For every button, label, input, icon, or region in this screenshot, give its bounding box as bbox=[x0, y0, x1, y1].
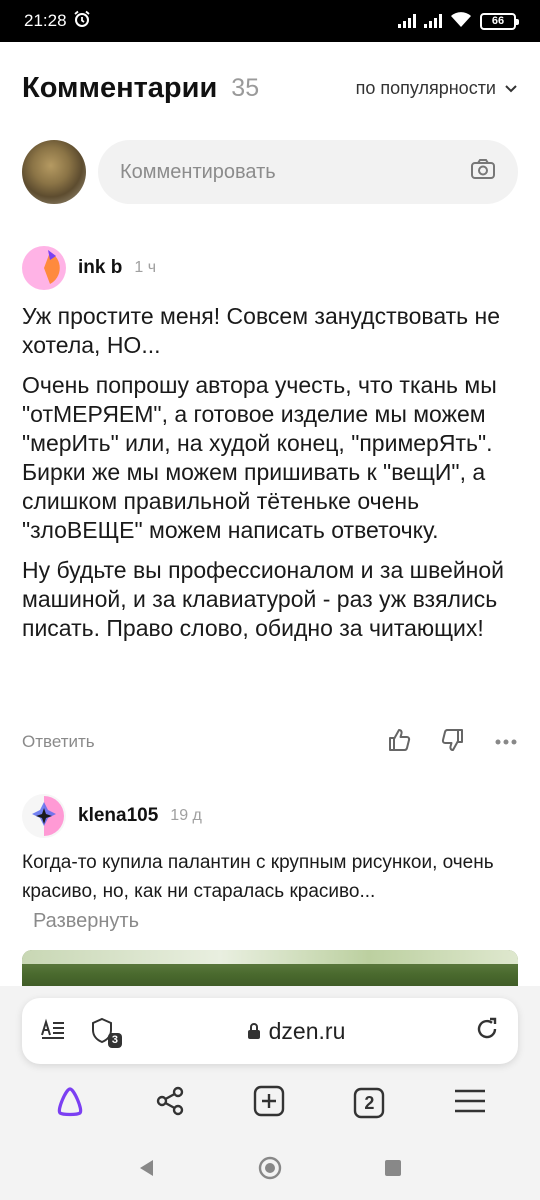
menu-icon[interactable] bbox=[453, 1088, 487, 1119]
reader-mode-icon[interactable] bbox=[40, 1018, 66, 1045]
comment-input[interactable]: Комментировать bbox=[98, 140, 518, 204]
signal-icon bbox=[398, 14, 416, 28]
more-icon[interactable] bbox=[494, 733, 518, 751]
url-text: dzen.ru bbox=[268, 1017, 346, 1044]
sort-dropdown[interactable]: по популярности bbox=[356, 78, 518, 99]
browser-toolbar: 2 bbox=[0, 1078, 540, 1128]
alice-assistant-icon[interactable] bbox=[53, 1084, 87, 1123]
thumbs-down-icon[interactable] bbox=[440, 727, 466, 758]
status-bar: 21:28 66 bbox=[0, 0, 540, 42]
new-tab-icon[interactable] bbox=[252, 1084, 286, 1123]
comment-paragraph: Ну будьте вы профессионалом и за швейной… bbox=[22, 557, 505, 641]
url-display[interactable]: dzen.ru bbox=[118, 1018, 474, 1045]
status-time: 21:28 bbox=[24, 11, 67, 30]
thumbs-up-icon[interactable] bbox=[386, 727, 412, 758]
recents-icon[interactable] bbox=[383, 1158, 403, 1183]
comment-paragraph: Очень попрошу автора учесть, что ткань м… bbox=[22, 372, 497, 543]
reply-button[interactable]: Ответить bbox=[22, 732, 95, 752]
comment-body: Уж простите меня! Совсем занудствовать н… bbox=[22, 302, 522, 654]
comment-author-row: ink b 1 ч bbox=[22, 246, 156, 290]
sort-label: по популярности bbox=[355, 78, 496, 98]
comment-paragraph: Уж простите меня! Совсем занудствовать н… bbox=[22, 303, 501, 358]
system-nav-bar bbox=[0, 1140, 540, 1200]
alarm-icon bbox=[73, 10, 91, 33]
expand-button[interactable]: Развернуть bbox=[33, 910, 139, 933]
shield-icon[interactable]: 3 bbox=[88, 1016, 122, 1048]
avatar[interactable] bbox=[22, 794, 66, 838]
address-bar[interactable]: 3 dzen.ru bbox=[22, 998, 518, 1064]
tabs-count: 2 bbox=[364, 1093, 375, 1113]
tabs-button[interactable]: 2 bbox=[352, 1086, 386, 1120]
comment-body: Когда-то купила палантин с крупным рисун… bbox=[22, 852, 494, 902]
share-icon[interactable] bbox=[154, 1085, 186, 1122]
comments-header: Комментарии 35 по популярности bbox=[22, 72, 518, 105]
battery-level: 66 bbox=[491, 15, 505, 27]
battery-icon: 66 bbox=[480, 12, 519, 30]
camera-icon[interactable] bbox=[470, 158, 496, 186]
home-icon[interactable] bbox=[257, 1155, 283, 1186]
page-title: Комментарии bbox=[22, 72, 218, 104]
author-name[interactable]: ink b bbox=[78, 257, 122, 279]
comment-actions: Ответить bbox=[22, 726, 518, 758]
reload-icon[interactable] bbox=[474, 1016, 500, 1047]
chevron-down-icon bbox=[505, 84, 517, 92]
comment-time: 19 д bbox=[170, 807, 202, 824]
comment-time: 1 ч bbox=[134, 259, 157, 276]
author-name[interactable]: klena105 bbox=[78, 805, 158, 827]
back-icon[interactable] bbox=[137, 1157, 157, 1184]
comment-author-row: klena105 19 д bbox=[22, 794, 202, 838]
lock-icon bbox=[247, 1023, 260, 1039]
shield-badge: 3 bbox=[107, 1033, 122, 1048]
comments-count: 35 bbox=[231, 74, 260, 102]
signal-icon bbox=[424, 14, 442, 28]
avatar[interactable] bbox=[22, 140, 86, 204]
avatar[interactable] bbox=[22, 246, 66, 290]
comment-placeholder: Комментировать bbox=[120, 160, 276, 183]
wifi-icon bbox=[450, 11, 472, 32]
